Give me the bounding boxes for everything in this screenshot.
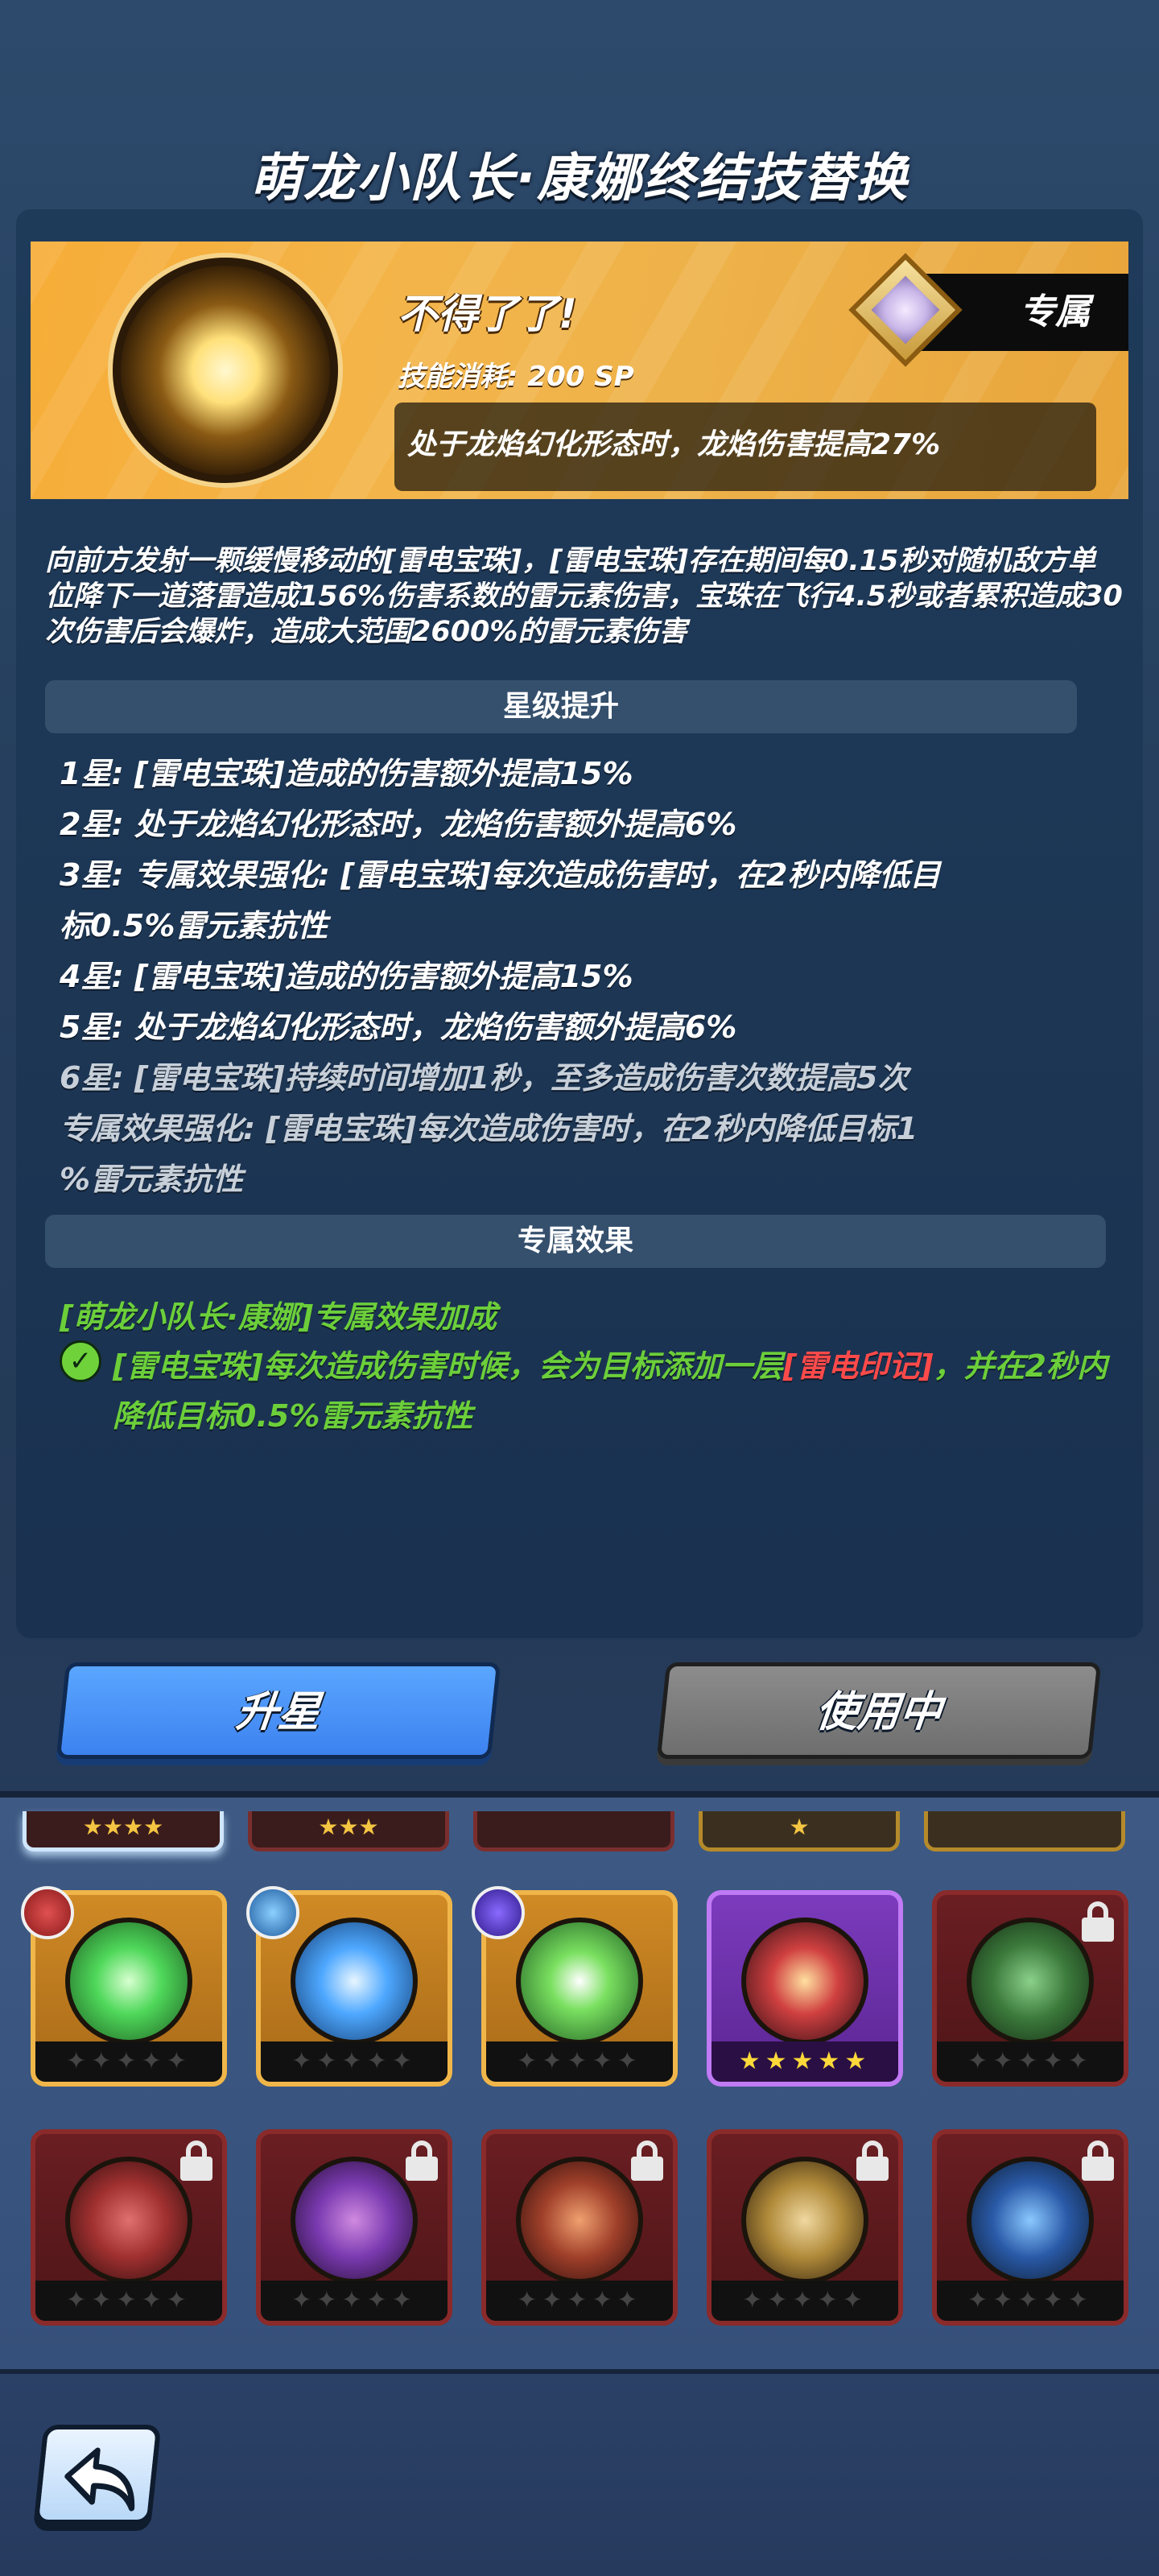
star-line: 6星: [雷电宝珠]持续时间增加1秒，至多造成伤害次数提高5次 (60, 1060, 909, 1096)
sword-skill-icon (516, 2157, 643, 2284)
skill-card[interactable]: ✦✦✦✦✦ (31, 2129, 227, 2326)
skill-name: 不得了了! (398, 291, 577, 337)
star-rating: ✦✦✦✦✦ (261, 2281, 448, 2321)
star-rating: ✦✦✦✦✦ (486, 2041, 673, 2082)
star-rating: ✦✦✦✦✦ (937, 2041, 1124, 2082)
star-line: 5星: 处于龙焰幻化形态时，龙焰伤害额外提高6% (60, 1009, 737, 1045)
star-line: 标0.5%雷元素抗性 (60, 908, 328, 943)
skill-bonus: 处于龙焰幻化形态时，龙焰伤害提高27% (394, 402, 1096, 491)
partial-skill-card[interactable]: ★★★★ (23, 1811, 224, 1852)
star-line: 2星: 处于龙焰幻化形态时，龙焰伤害额外提高6% (60, 807, 737, 842)
partial-skill-card[interactable]: ★ (699, 1811, 900, 1852)
skill-card[interactable]: ✦✦✦✦✦ (932, 2129, 1128, 2326)
star-upgrade-list: 1星: [雷电宝珠]造成的伤害额外提高15% 2星: 处于龙焰幻化形态时，龙焰伤… (60, 749, 1106, 1205)
skill-card[interactable]: ✦✦✦✦✦ (932, 1890, 1128, 2087)
lock-icon (629, 2140, 665, 2181)
skill-description: 向前方发射一颗缓慢移动的[雷电宝珠]，[雷电宝珠]存在期间每0.15秒对随机敌方… (45, 545, 1123, 648)
ice-crystal-skill-icon (291, 1918, 418, 2045)
lock-icon (1080, 2140, 1116, 2181)
star-rating: ✦✦✦✦✦ (261, 2041, 448, 2082)
star-rating: ✦✦✦✦✦ (937, 2281, 1124, 2321)
forest-skill-icon (967, 1918, 1094, 2045)
bottom-bar (0, 2369, 1159, 2576)
character-badge-icon (21, 1886, 74, 1939)
thunder-mark-keyword: [雷电印记] (782, 1348, 934, 1384)
lock-icon (179, 2140, 214, 2181)
back-arrow-icon (64, 2447, 135, 2512)
page-title: 萌龙小队长·康娜终结技替换 (250, 149, 909, 208)
skill-card[interactable]: ✦✦✦✦✦ (481, 2129, 678, 2326)
exclusive-effect-title: [萌龙小队长·康娜]专属效果加成 (60, 1299, 497, 1335)
divider (0, 1791, 1159, 1798)
lock-icon (855, 2140, 890, 2181)
star-section-header: 星级提升 (45, 680, 1077, 733)
star-rating: ✦✦✦✦✦ (35, 2041, 222, 2082)
exclusive-effect-text: [雷电宝珠]每次造成伤害时候，会为目标添加一层[雷电印记]，并在2秒内降低目标0… (113, 1341, 1119, 1441)
skill-card[interactable]: ★★★★★ (707, 1890, 903, 2087)
star-line: %雷元素抗性 (60, 1162, 244, 1197)
exclusive-section-header: 专属效果 (45, 1215, 1106, 1268)
in-use-button[interactable]: 使用中 (656, 1662, 1102, 1759)
upgrade-star-button[interactable]: 升星 (56, 1662, 501, 1759)
partial-skill-card[interactable] (473, 1811, 674, 1852)
skill-cost: 技能消耗: 200 SP (398, 361, 634, 393)
skill-card[interactable]: ✦✦✦✦✦ (707, 2129, 903, 2326)
water-claw-skill-icon (967, 2157, 1094, 2284)
star-rating: ★★★★★ (711, 2041, 898, 2082)
lock-icon (1080, 1901, 1116, 1942)
star-line: 1星: [雷电宝珠]造成的伤害额外提高15% (60, 756, 633, 791)
fire-spirit-skill-icon (741, 1918, 868, 2045)
character-badge-icon (472, 1886, 525, 1939)
partial-skill-card[interactable]: ★★★ (248, 1811, 449, 1852)
spear-skill-icon (741, 2157, 868, 2284)
star-rating: ✦✦✦✦✦ (486, 2281, 673, 2321)
check-icon: ✓ (60, 1340, 101, 1382)
skill-card[interactable]: ✦✦✦✦✦ (256, 2129, 452, 2326)
star-line: 4星: [雷电宝珠]造成的伤害额外提高15% (60, 959, 633, 994)
star-line: 专属效果强化: [雷电宝珠]每次造成伤害时，在2秒内降低目标1 (60, 1111, 918, 1146)
back-button[interactable] (33, 2425, 162, 2524)
lock-icon (404, 2140, 439, 2181)
character-badge-icon (246, 1886, 299, 1939)
green-claw-skill-icon (65, 1918, 192, 2045)
star-rating: ✦✦✦✦✦ (711, 2281, 898, 2321)
star-line: 3星: 专属效果强化: [雷电宝珠]每次造成伤害时，在2秒内降低目 (60, 857, 941, 893)
flame-sigil-skill-icon (65, 2157, 192, 2284)
exclusive-effect-text-part: [雷电宝珠]每次造成伤害时候，会为目标添加一层 (113, 1348, 783, 1384)
arrow-up-skill-icon (516, 1918, 643, 2045)
lightning-orb-skill-icon (113, 258, 338, 483)
partial-skill-card[interactable] (924, 1811, 1125, 1852)
planet-skill-icon (291, 2157, 418, 2284)
star-rating: ✦✦✦✦✦ (35, 2281, 222, 2321)
